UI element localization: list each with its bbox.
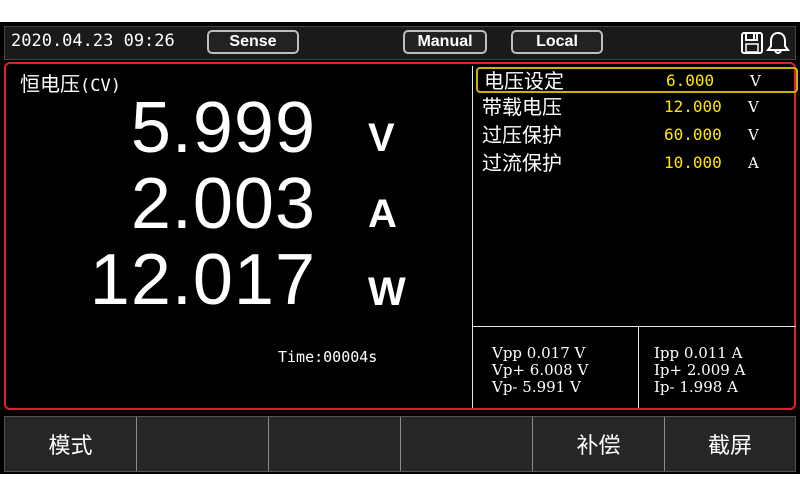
divider-vertical xyxy=(472,66,473,408)
power-unit: W xyxy=(368,270,406,314)
softkey-bar: 模式 补偿 截屏 xyxy=(4,416,796,472)
setting-label: 电压设定 xyxy=(484,69,564,93)
mode-name: 恒电压 xyxy=(20,72,80,96)
stat-ipp: Ipp 0.011 A xyxy=(654,344,743,362)
softkey-4[interactable] xyxy=(401,417,533,471)
setting-label: 过流保护 xyxy=(482,151,562,175)
current-reading: 2.003 xyxy=(130,164,316,244)
divider-horizontal xyxy=(472,326,796,327)
mode-label: 恒电压(CV) xyxy=(20,68,121,97)
setting-unit: V xyxy=(750,72,761,90)
stat-vpp: Vpp 0.017 V xyxy=(492,344,586,362)
softkey-screenshot[interactable]: 截屏 xyxy=(665,417,795,471)
bell-icon[interactable] xyxy=(765,30,791,56)
softkey-compensation[interactable]: 补偿 xyxy=(533,417,665,471)
setting-label: 带载电压 xyxy=(482,95,562,119)
sense-button[interactable]: Sense xyxy=(207,30,299,54)
softkey-mode[interactable]: 模式 xyxy=(5,417,137,471)
local-button[interactable]: Local xyxy=(511,30,603,54)
setting-value: 10.000 xyxy=(664,153,722,172)
setting-label: 过压保护 xyxy=(482,123,562,147)
voltage-reading: 5.999 xyxy=(130,88,316,168)
mode-abbr: (CV) xyxy=(80,76,121,96)
stat-ip-plus: Ip+ 2.009 A xyxy=(654,361,746,379)
manual-button[interactable]: Manual xyxy=(403,30,487,54)
voltage-unit: V xyxy=(368,116,395,160)
setting-unit: V xyxy=(748,98,759,116)
stat-vp-plus: Vp+ 6.008 V xyxy=(492,361,589,379)
setting-row-ocp[interactable]: 过流保护 10.000 A xyxy=(476,151,798,177)
current-unit: A xyxy=(368,192,397,236)
divider-stats xyxy=(638,326,639,408)
main-panel: 恒电压(CV) 5.999 V 2.003 A 12.017 W Time:00… xyxy=(4,62,798,410)
status-bar: 2020.04.23 09:26 Sense Manual Local xyxy=(4,26,796,60)
setting-row-voltage-set[interactable]: 电压设定 6.000 V xyxy=(476,67,798,93)
setting-unit: A xyxy=(748,154,759,172)
setting-unit: V xyxy=(748,126,759,144)
elapsed-time: Time:00004s xyxy=(278,348,378,366)
setting-value: 60.000 xyxy=(664,125,722,144)
datetime: 2020.04.23 09:26 xyxy=(11,31,175,51)
softkey-3[interactable] xyxy=(269,417,401,471)
power-reading: 12.017 xyxy=(89,240,316,320)
setting-value: 12.000 xyxy=(664,97,722,116)
save-icon[interactable] xyxy=(739,30,765,56)
setting-value: 6.000 xyxy=(666,71,715,90)
setting-row-ovp[interactable]: 过压保护 60.000 V xyxy=(476,123,798,149)
stat-vp-minus: Vp- 5.991 V xyxy=(492,378,581,396)
setting-row-load-voltage[interactable]: 带载电压 12.000 V xyxy=(476,95,798,121)
stat-ip-minus: Ip- 1.998 A xyxy=(654,378,738,396)
softkey-2[interactable] xyxy=(137,417,269,471)
